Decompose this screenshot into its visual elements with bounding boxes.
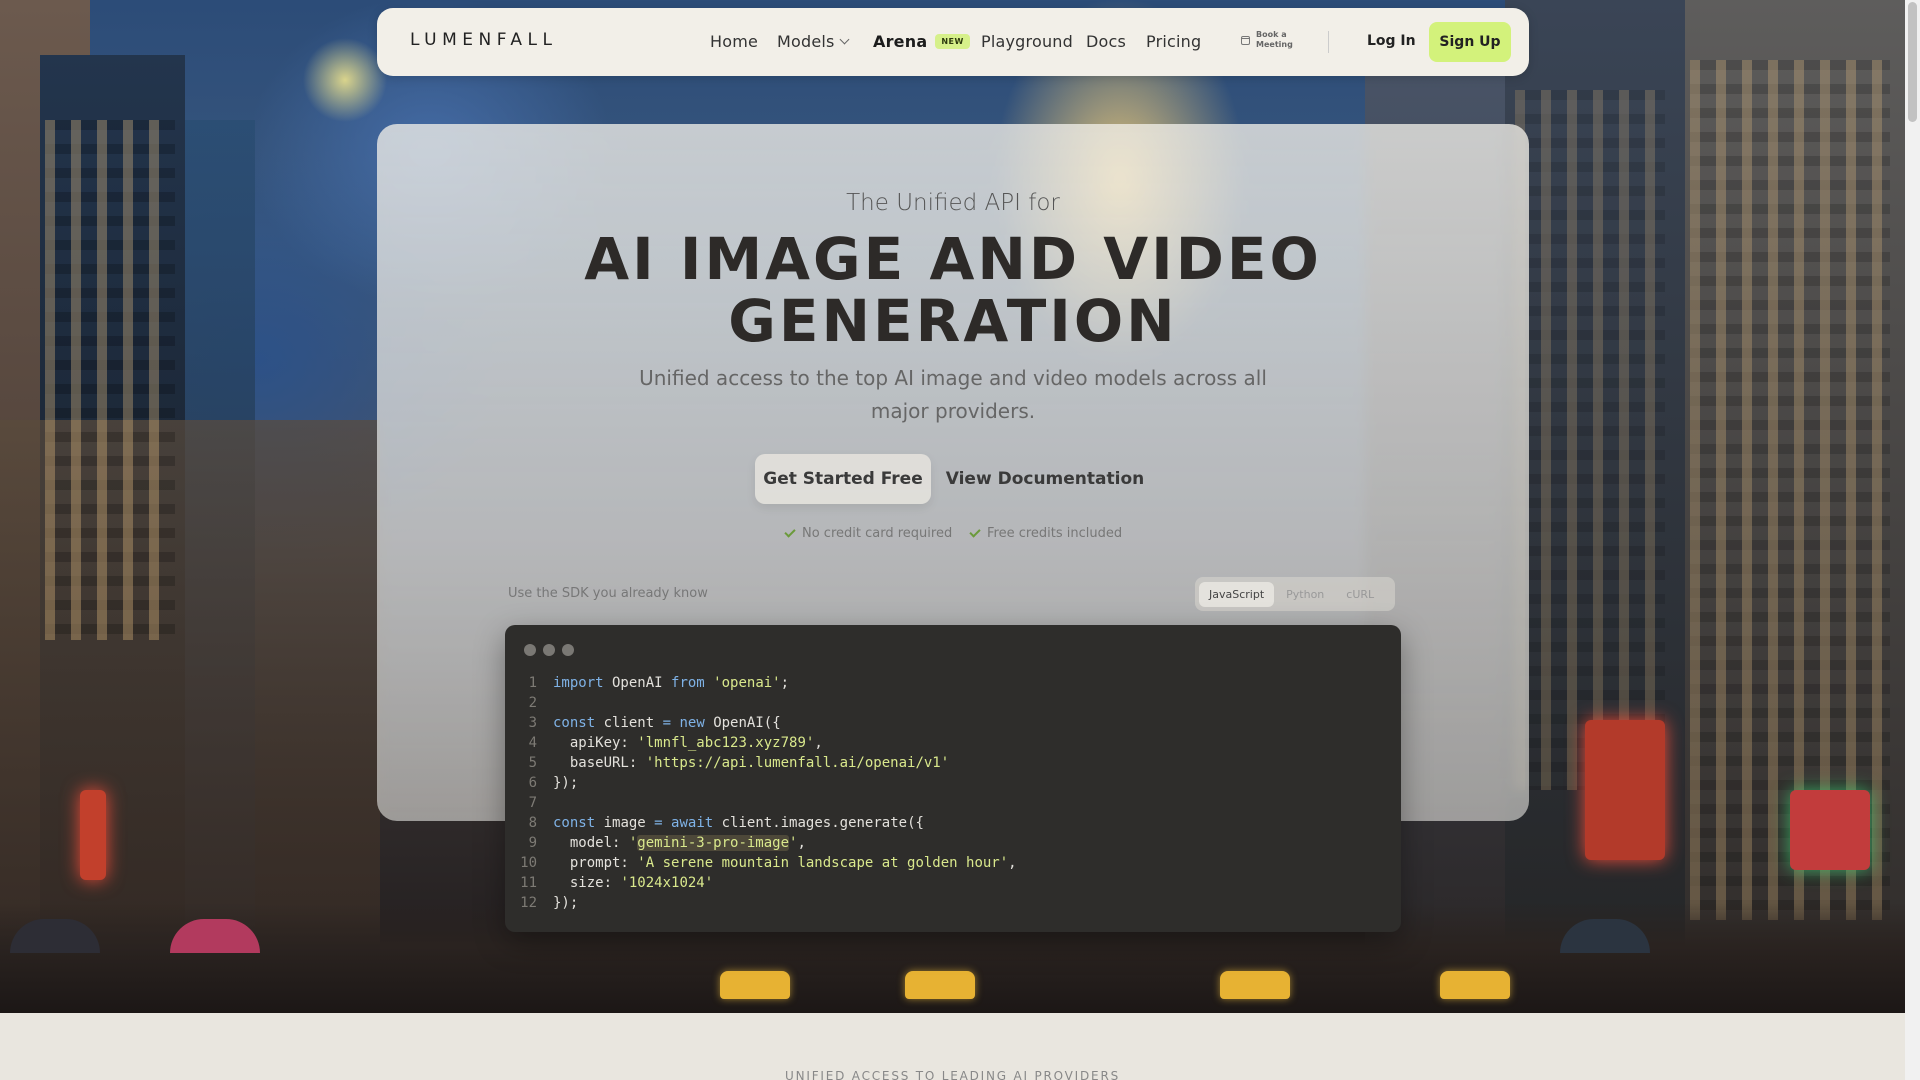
code-line: 12});: [505, 893, 1401, 913]
code-line: 9 model: 'gemini-3-pro-image',: [505, 833, 1401, 853]
line-number: 6: [528, 775, 537, 791]
window-dot: [562, 644, 574, 656]
book-meeting-link[interactable]: Book a Meeting: [1241, 30, 1293, 50]
code-text: });: [553, 895, 579, 911]
code-text: prompt: 'A serene mountain landscape at …: [553, 855, 1017, 871]
perk-label: Free credits included: [987, 526, 1123, 541]
tab-python[interactable]: Python: [1276, 582, 1334, 607]
line-number: 11: [520, 875, 537, 891]
line-number: 4: [528, 735, 537, 751]
line-number: 5: [528, 755, 537, 771]
code-line: 4 apiKey: 'lmnfl_abc123.xyz789',: [505, 733, 1401, 753]
book-meeting-line2: Meeting: [1256, 40, 1293, 49]
nav-playground-link[interactable]: Playground: [981, 32, 1073, 51]
get-started-button[interactable]: Get Started Free: [755, 454, 931, 504]
code-line: 5 baseURL: 'https://api.lumenfall.ai/ope…: [505, 753, 1401, 773]
code-text: baseURL: 'https://api.lumenfall.ai/opena…: [553, 755, 950, 771]
window-dot: [524, 644, 536, 656]
code-line: 11 size: '1024x1024': [505, 873, 1401, 893]
code-line: 1 import OpenAI from 'openai';: [505, 673, 1401, 693]
code-text: size: '1024x1024': [553, 875, 714, 891]
code-text: model: 'gemini-3-pro-image',: [553, 835, 806, 851]
nav-arena-link[interactable]: Arena NEW: [873, 32, 970, 51]
nav-models-label: Models: [777, 32, 835, 51]
providers-label: UNIFIED ACCESS TO LEADING AI PROVIDERS: [785, 1069, 1120, 1080]
scrollbar-thumb[interactable]: [1908, 2, 1917, 122]
neon-sign: [1790, 790, 1870, 870]
check-icon: [969, 526, 981, 538]
calendar-icon: [1241, 35, 1250, 45]
line-number: 12: [520, 895, 537, 911]
line-number: 7: [528, 795, 537, 811]
building-windows: [45, 120, 175, 640]
line-number: 8: [528, 815, 537, 831]
perk-free-credits: Free credits included: [969, 526, 1123, 541]
code-line: 7: [505, 793, 1401, 813]
nav-models-dropdown[interactable]: Models: [777, 32, 850, 51]
code-text: const client = new OpenAI({: [553, 715, 781, 731]
code-line: 3 const client = new OpenAI({: [505, 713, 1401, 733]
tab-javascript[interactable]: JavaScript: [1199, 581, 1275, 607]
taxi: [1220, 971, 1290, 999]
code-text: const image = await client.images.genera…: [553, 815, 924, 831]
nav-arena-label: Arena: [873, 32, 928, 51]
neon-sign: [1585, 720, 1665, 860]
sdk-label: Use the SDK you already know: [508, 586, 708, 601]
view-documentation-button[interactable]: View Documentation: [945, 454, 1145, 504]
hero-kicker: The Unified API for: [846, 190, 1060, 216]
line-number: 10: [520, 855, 537, 871]
nav-docs-link[interactable]: Docs: [1086, 32, 1126, 51]
hero-subhead: Unified access to the top AI image and v…: [639, 366, 1267, 423]
code-text: apiKey: 'lmnfl_abc123.xyz789',: [553, 735, 823, 751]
taxi: [905, 971, 975, 999]
window-dot: [543, 644, 555, 656]
taxi: [1440, 971, 1510, 999]
line-number: 1: [528, 675, 537, 691]
nav-home-link[interactable]: Home: [710, 32, 758, 51]
code-text: });: [553, 775, 579, 791]
language-tabs: JavaScript Python cURL: [1195, 577, 1395, 611]
hero-headline: AI IMAGE AND VIDEO GENERATION: [584, 225, 1322, 355]
page-scrollbar[interactable]: [1905, 0, 1920, 1080]
tab-curl[interactable]: cURL: [1336, 582, 1384, 607]
check-icon: [784, 526, 796, 538]
code-line: 6});: [505, 773, 1401, 793]
new-badge: NEW: [935, 34, 970, 49]
code-line: 8 const image = await client.images.gener…: [505, 813, 1401, 833]
neon-sign: [80, 790, 106, 880]
book-meeting-line1: Book a: [1256, 30, 1287, 39]
line-number: 2: [528, 695, 537, 711]
nav-pricing-link[interactable]: Pricing: [1146, 32, 1201, 51]
providers-section: UNIFIED ACCESS TO LEADING AI PROVIDERS: [0, 1013, 1905, 1080]
line-number: 9: [528, 835, 537, 851]
book-meeting-label: Book a Meeting: [1256, 30, 1293, 50]
perk-no-credit-card: No credit card required: [784, 526, 953, 541]
code-line: 2: [505, 693, 1401, 713]
lumenfall-logo[interactable]: LUMENFALL: [410, 30, 557, 50]
perk-label: No credit card required: [802, 526, 953, 541]
code-block: 1 import OpenAI from 'openai'; 2 3 const cli…: [505, 673, 1401, 913]
top-navbar: LUMENFALL Home Models Arena NEW Playgrou…: [377, 8, 1529, 76]
taxi: [720, 971, 790, 999]
code-window: 1 import OpenAI from 'openai'; 2 3 const cli…: [505, 625, 1401, 932]
code-line: 10 prompt: 'A serene mountain landscape …: [505, 853, 1401, 873]
chevron-down-icon: [839, 34, 850, 45]
nav-divider: [1328, 31, 1329, 53]
signup-button[interactable]: Sign Up: [1429, 22, 1511, 62]
line-number: 3: [528, 715, 537, 731]
building-windows: [1515, 90, 1665, 790]
code-text: import OpenAI from 'openai';: [553, 675, 790, 691]
login-button[interactable]: Log In: [1367, 33, 1416, 49]
